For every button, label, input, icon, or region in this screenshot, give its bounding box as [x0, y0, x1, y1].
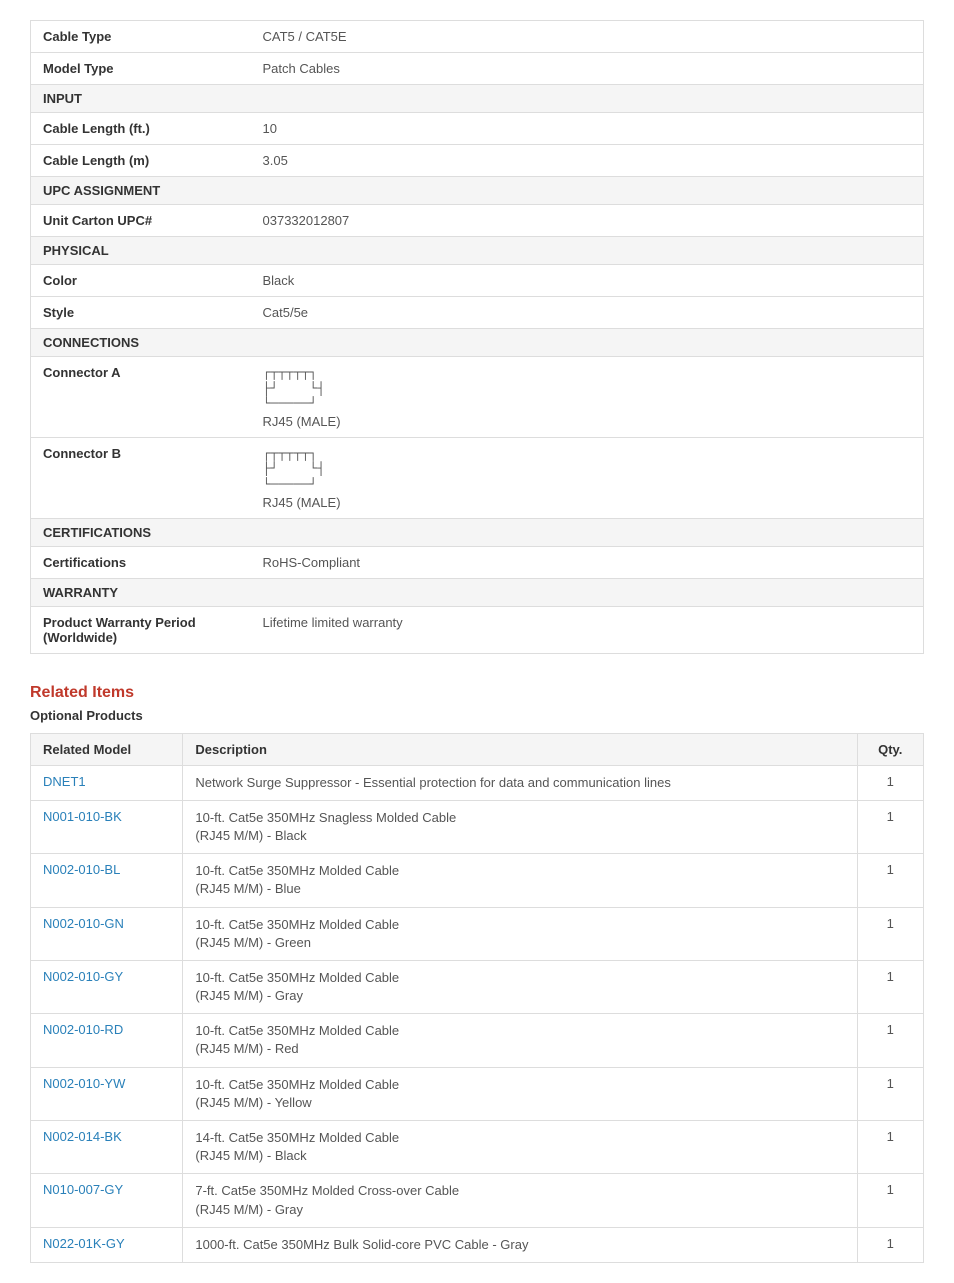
- model-link[interactable]: N002-010-BL: [43, 862, 120, 877]
- spec-value: Black: [251, 265, 924, 297]
- related-model-cell[interactable]: N002-010-BL: [31, 854, 183, 907]
- qty-cell: 1: [857, 765, 923, 800]
- description-cell: 14-ft. Cat5e 350MHz Molded Cable(RJ45 M/…: [183, 1121, 857, 1174]
- related-items-section: Related Items Optional Products Related …: [30, 684, 924, 1263]
- spec-value: 3.05: [251, 145, 924, 177]
- description-cell: 10-ft. Cat5e 350MHz Molded Cable(RJ45 M/…: [183, 960, 857, 1013]
- qty-cell: 1: [857, 1227, 923, 1262]
- qty-cell: 1: [857, 800, 923, 853]
- qty-cell: 1: [857, 1121, 923, 1174]
- spec-label: Style: [31, 297, 251, 329]
- section-header-connections: CONNECTIONS: [31, 329, 924, 357]
- related-model-cell[interactable]: N002-010-GY: [31, 960, 183, 1013]
- model-link[interactable]: N002-010-GN: [43, 916, 124, 931]
- model-link[interactable]: N010-007-GY: [43, 1182, 123, 1197]
- optional-products-label: Optional Products: [30, 708, 924, 723]
- spec-label: Connector B: [31, 437, 251, 518]
- description-cell: Network Surge Suppressor - Essential pro…: [183, 765, 857, 800]
- description-cell: 10-ft. Cat5e 350MHz Molded Cable(RJ45 M/…: [183, 854, 857, 907]
- description-cell: 10-ft. Cat5e 350MHz Molded Cable(RJ45 M/…: [183, 1014, 857, 1067]
- description-cell: 10-ft. Cat5e 350MHz Molded Cable(RJ45 M/…: [183, 1067, 857, 1120]
- spec-label: Unit Carton UPC#: [31, 205, 251, 237]
- model-link[interactable]: N002-014-BK: [43, 1129, 122, 1144]
- connector-value: ┌┬┬┬┬┬┐ ├┘ └┤ └─────┘ RJ45 (MALE): [251, 437, 924, 518]
- related-model-cell[interactable]: N002-010-GN: [31, 907, 183, 960]
- table-row: DNET1 Network Surge Suppressor - Essentia…: [31, 765, 924, 800]
- qty-cell: 1: [857, 907, 923, 960]
- qty-cell: 1: [857, 960, 923, 1013]
- related-model-cell[interactable]: DNET1: [31, 765, 183, 800]
- model-link[interactable]: N002-010-RD: [43, 1022, 123, 1037]
- spec-label: Product Warranty Period (Worldwide): [31, 606, 251, 653]
- related-model-cell[interactable]: N002-014-BK: [31, 1121, 183, 1174]
- table-row: N002-010-GN 10-ft. Cat5e 350MHz Molded Ca…: [31, 907, 924, 960]
- related-items-table: Related ModelDescriptionQty. DNET1 Networ…: [30, 733, 924, 1263]
- model-link[interactable]: N002-010-GY: [43, 969, 123, 984]
- qty-cell: 1: [857, 1014, 923, 1067]
- spec-label: Cable Length (ft.): [31, 113, 251, 145]
- table-row: N002-010-RD 10-ft. Cat5e 350MHz Molded Ca…: [31, 1014, 924, 1067]
- table-row: N022-01K-GY 1000-ft. Cat5e 350MHz Bulk So…: [31, 1227, 924, 1262]
- section-header-input: INPUT: [31, 85, 924, 113]
- section-header-warranty: WARRANTY: [31, 578, 924, 606]
- related-model-cell[interactable]: N001-010-BK: [31, 800, 183, 853]
- table-row: N002-010-YW 10-ft. Cat5e 350MHz Molded Ca…: [31, 1067, 924, 1120]
- table-row: N002-014-BK 14-ft. Cat5e 350MHz Molded Ca…: [31, 1121, 924, 1174]
- table-row: N001-010-BK 10-ft. Cat5e 350MHz Snagless …: [31, 800, 924, 853]
- model-link[interactable]: N002-010-YW: [43, 1076, 125, 1091]
- table-header-qty: Qty.: [857, 733, 923, 765]
- spec-value: Lifetime limited warranty: [251, 606, 924, 653]
- qty-cell: 1: [857, 1067, 923, 1120]
- description-cell: 10-ft. Cat5e 350MHz Molded Cable(RJ45 M/…: [183, 907, 857, 960]
- table-header-description: Description: [183, 733, 857, 765]
- description-cell: 10-ft. Cat5e 350MHz Snagless Molded Cabl…: [183, 800, 857, 853]
- spec-label: Cable Length (m): [31, 145, 251, 177]
- spec-value: Cat5/5e: [251, 297, 924, 329]
- related-model-cell[interactable]: N022-01K-GY: [31, 1227, 183, 1262]
- specs-table: Cable TypeCAT5 / CAT5EModel TypePatch Ca…: [30, 20, 924, 654]
- spec-label: Color: [31, 265, 251, 297]
- table-row: N010-007-GY 7-ft. Cat5e 350MHz Molded Cro…: [31, 1174, 924, 1227]
- table-row: N002-010-GY 10-ft. Cat5e 350MHz Molded Ca…: [31, 960, 924, 1013]
- related-items-title: Related Items: [30, 684, 924, 702]
- description-cell: 7-ft. Cat5e 350MHz Molded Cross-over Cab…: [183, 1174, 857, 1227]
- related-model-cell[interactable]: N010-007-GY: [31, 1174, 183, 1227]
- connector-value: ┌┬┬┬┬┬┐ ├┘ └┤ └─────┘ RJ45 (MALE): [251, 357, 924, 438]
- table-header-related-model: Related Model: [31, 733, 183, 765]
- description-cell: 1000-ft. Cat5e 350MHz Bulk Solid-core PV…: [183, 1227, 857, 1262]
- section-header-physical: PHYSICAL: [31, 237, 924, 265]
- related-model-cell[interactable]: N002-010-RD: [31, 1014, 183, 1067]
- model-link[interactable]: DNET1: [43, 774, 86, 789]
- spec-value: Patch Cables: [251, 53, 924, 85]
- table-row: N002-010-BL 10-ft. Cat5e 350MHz Molded Ca…: [31, 854, 924, 907]
- spec-value: 037332012807: [251, 205, 924, 237]
- spec-label: Connector A: [31, 357, 251, 438]
- spec-label: Model Type: [31, 53, 251, 85]
- spec-value: 10: [251, 113, 924, 145]
- section-header-certifications: CERTIFICATIONS: [31, 518, 924, 546]
- related-model-cell[interactable]: N002-010-YW: [31, 1067, 183, 1120]
- spec-label: Certifications: [31, 546, 251, 578]
- section-header-upc-assignment: UPC ASSIGNMENT: [31, 177, 924, 205]
- qty-cell: 1: [857, 854, 923, 907]
- spec-value: RoHS-Compliant: [251, 546, 924, 578]
- spec-label: Cable Type: [31, 21, 251, 53]
- spec-value: CAT5 / CAT5E: [251, 21, 924, 53]
- model-link[interactable]: N022-01K-GY: [43, 1236, 125, 1251]
- qty-cell: 1: [857, 1174, 923, 1227]
- model-link[interactable]: N001-010-BK: [43, 809, 122, 824]
